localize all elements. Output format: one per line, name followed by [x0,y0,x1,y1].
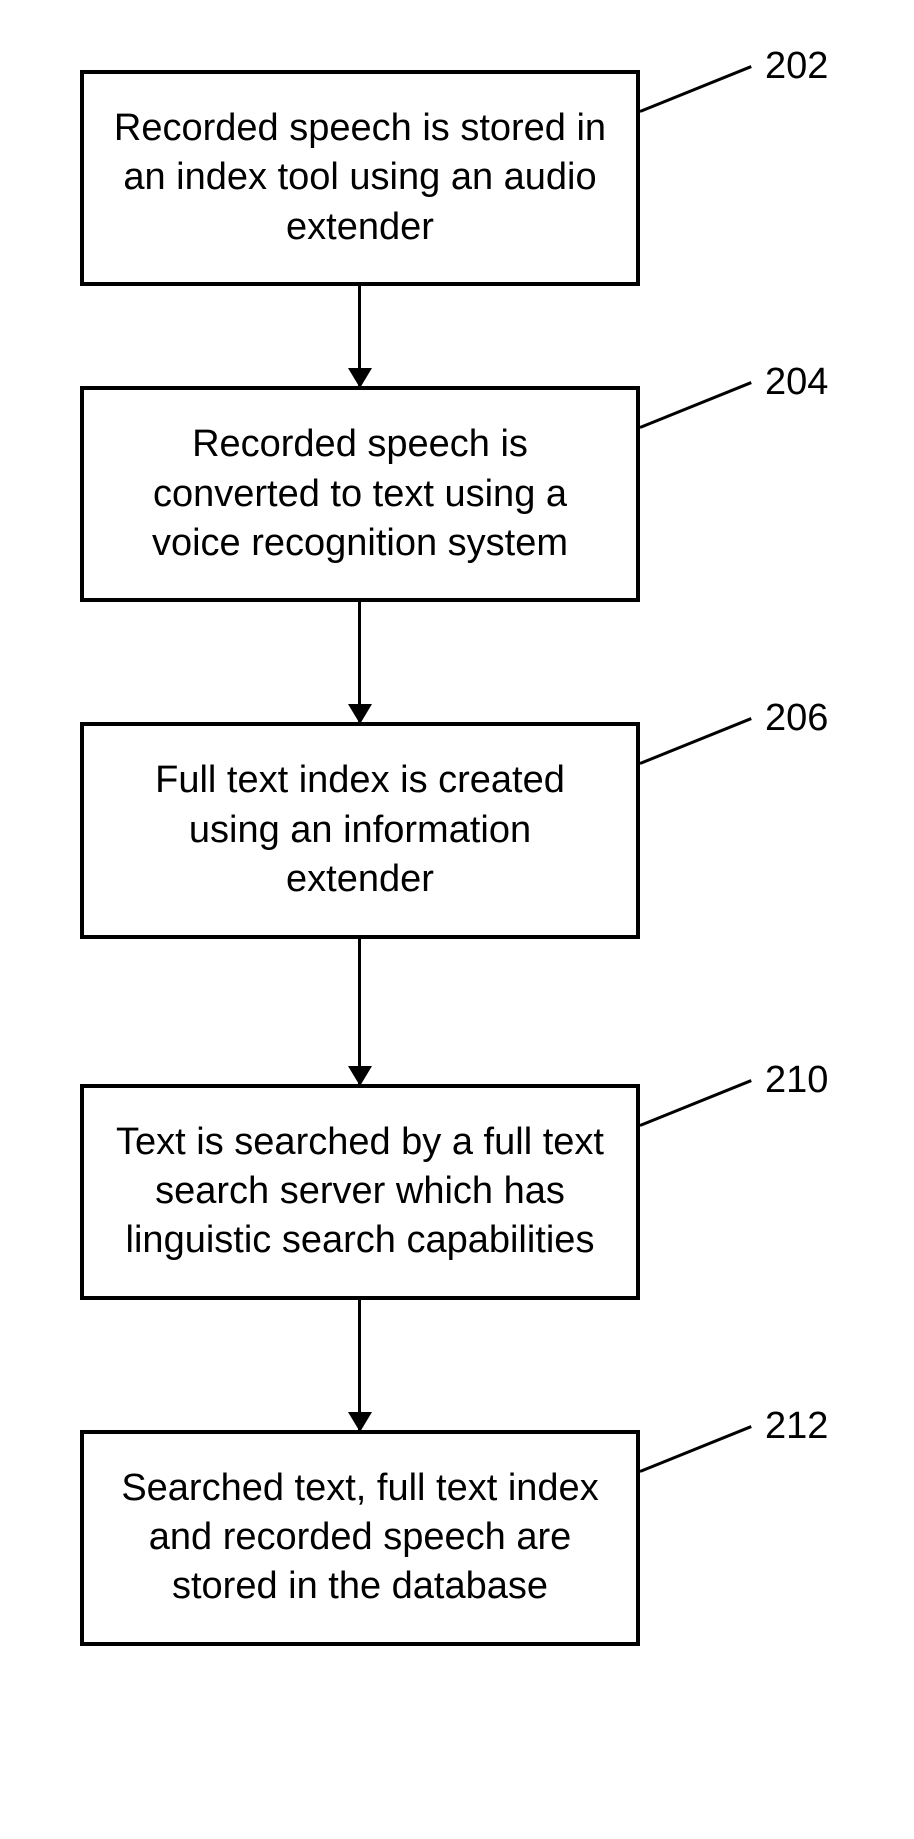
ref-label-5: 212 [765,1405,828,1448]
step-5-container: Searched text, full text index and recor… [80,1430,840,1646]
step-1-text: Recorded speech is stored in an index to… [114,107,606,248]
step-box-4: Text is searched by a full text search s… [80,1084,640,1300]
ref-label-4: 210 [765,1059,828,1102]
ref-label-2: 204 [765,361,828,404]
arrow-head-3 [348,1066,372,1086]
ref-line-1 [639,65,751,113]
arrow-1 [358,286,361,386]
step-5-text: Searched text, full text index and recor… [121,1467,598,1608]
step-4-container: Text is searched by a full text search s… [80,1084,840,1300]
ref-label-3: 206 [765,697,828,740]
arrow-4 [358,1300,361,1430]
ref-line-2 [639,381,751,429]
step-2-text: Recorded speech is converted to text usi… [152,423,568,564]
step-1-container: Recorded speech is stored in an index to… [80,70,840,286]
step-box-5: Searched text, full text index and recor… [80,1430,640,1646]
step-box-1: Recorded speech is stored in an index to… [80,70,640,286]
ref-line-4 [639,1079,751,1127]
step-4-text: Text is searched by a full text search s… [116,1121,604,1262]
ref-line-5 [639,1425,751,1473]
ref-line-3 [639,718,751,766]
flowchart-container: Recorded speech is stored in an index to… [80,70,840,1646]
step-box-2: Recorded speech is converted to text usi… [80,386,640,602]
arrow-2 [358,602,361,722]
step-3-container: Full text index is created using an info… [80,722,840,938]
step-3-text: Full text index is created using an info… [155,759,565,900]
ref-label-1: 202 [765,45,828,88]
arrow-3 [358,939,361,1084]
step-box-3: Full text index is created using an info… [80,722,640,938]
arrow-head-1 [348,368,372,388]
arrow-head-2 [348,704,372,724]
arrow-head-4 [348,1412,372,1432]
step-2-container: Recorded speech is converted to text usi… [80,386,840,602]
